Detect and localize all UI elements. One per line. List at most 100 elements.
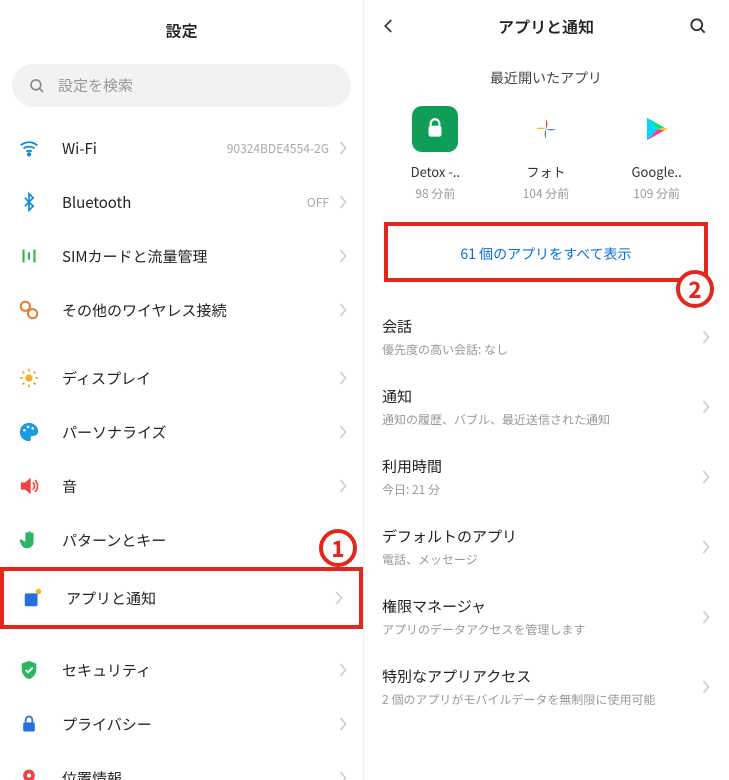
app-name: Detox -.. <box>385 162 485 181</box>
chevron-right-icon <box>702 540 710 554</box>
location-icon <box>16 765 42 780</box>
row-subtitle: 優先度の高い会話: なし <box>382 341 710 358</box>
chevron-right-icon <box>339 771 347 780</box>
chevron-right-icon <box>339 479 347 493</box>
row-privacy[interactable]: プライバシー <box>0 697 363 751</box>
row-subtitle: 今日: 21 分 <box>382 481 710 498</box>
app-icon-photos <box>523 106 569 152</box>
shield-icon <box>16 657 42 683</box>
row-value: 90324BDE4554-2G <box>227 140 329 157</box>
chevron-right-icon <box>702 330 710 344</box>
row-screen-time[interactable]: 利用時間 今日: 21 分 <box>364 442 728 512</box>
row-location[interactable]: 位置情報 <box>0 751 363 780</box>
chevron-right-icon <box>335 591 343 605</box>
highlight-annotation-2: 61 個のアプリをすべて表示 2 <box>384 222 708 282</box>
chevron-right-icon <box>702 610 710 624</box>
row-bluetooth[interactable]: Bluetooth OFF <box>0 175 363 229</box>
row-default-apps[interactable]: デフォルトのアプリ 電話、メッセージ <box>364 512 728 582</box>
chevron-right-icon <box>702 400 710 414</box>
row-label: パターンとキー <box>62 530 339 551</box>
row-label: プライバシー <box>62 714 339 735</box>
row-conversations[interactable]: 会話 優先度の高い会話: なし <box>364 302 728 372</box>
lock-icon <box>16 711 42 737</box>
chevron-right-icon <box>702 470 710 484</box>
row-title: 通知 <box>382 386 710 407</box>
highlight-annotation-1: 1 アプリと通知 <box>0 567 363 629</box>
sim-icon <box>16 243 42 269</box>
chevron-right-icon <box>339 717 347 731</box>
recent-apps-grid: Detox -.. 98 分前 フォト 104 分前 Google.. 109 … <box>364 106 728 222</box>
row-value: OFF <box>307 194 329 211</box>
apps-notifications-screen: アプリと通知 最近開いたアプリ Detox -.. 98 分前 フォト 104 … <box>364 0 728 780</box>
chevron-right-icon <box>339 371 347 385</box>
recent-app-item[interactable]: Google.. 109 分前 <box>607 106 707 202</box>
row-label: パーソナライズ <box>62 422 339 443</box>
row-apps-notifications[interactable]: アプリと通知 <box>4 571 359 625</box>
sound-icon <box>16 473 42 499</box>
show-all-apps-link[interactable]: 61 個のアプリをすべて表示 <box>388 226 704 278</box>
back-button[interactable] <box>380 17 404 35</box>
row-label: ディスプレイ <box>62 368 339 389</box>
row-label: 音 <box>62 476 339 497</box>
chevron-right-icon <box>339 141 347 155</box>
app-time: 98 分前 <box>385 185 485 202</box>
row-subtitle: 通知の履歴、バブル、最近送信された通知 <box>382 411 710 428</box>
annotation-badge-2: 2 <box>676 270 714 308</box>
app-name: フォト <box>496 162 596 181</box>
row-subtitle: アプリのデータアクセスを管理します <box>382 621 710 638</box>
row-subtitle: 2 個のアプリがモバイルデータを無制限に使用可能 <box>382 691 710 708</box>
row-display[interactable]: ディスプレイ <box>0 351 363 405</box>
app-icon-play <box>634 106 680 152</box>
header: 設定 <box>0 0 363 56</box>
row-wifi[interactable]: Wi-Fi 90324BDE4554-2G <box>0 121 363 175</box>
row-label: 位置情報 <box>62 768 339 780</box>
link-icon <box>16 297 42 323</box>
search-input[interactable]: 設定を検索 <box>12 64 351 107</box>
row-title: 利用時間 <box>382 456 710 477</box>
page-title: アプリと通知 <box>404 14 688 38</box>
annotation-badge-1: 1 <box>319 529 357 567</box>
row-label: Wi-Fi <box>62 138 227 159</box>
header: アプリと通知 <box>364 0 728 48</box>
row-sound[interactable]: 音 <box>0 459 363 513</box>
chevron-right-icon <box>339 249 347 263</box>
row-title: 特別なアプリアクセス <box>382 666 710 687</box>
row-personalize[interactable]: パーソナライズ <box>0 405 363 459</box>
chevron-right-icon <box>339 663 347 677</box>
recent-app-item[interactable]: フォト 104 分前 <box>496 106 596 202</box>
row-title: デフォルトのアプリ <box>382 526 710 547</box>
palette-icon <box>16 419 42 445</box>
chevron-right-icon <box>702 680 710 694</box>
row-special-app-access[interactable]: 特別なアプリアクセス 2 個のアプリがモバイルデータを無制限に使用可能 <box>364 652 728 722</box>
settings-screen: 設定 設定を検索 Wi-Fi 90324BDE4554-2G Bluetooth… <box>0 0 364 780</box>
sun-icon <box>16 365 42 391</box>
recent-app-item[interactable]: Detox -.. 98 分前 <box>385 106 485 202</box>
app-name: Google.. <box>607 162 707 181</box>
row-label: その他のワイヤレス接続 <box>62 300 339 321</box>
row-title: 会話 <box>382 316 710 337</box>
hand-icon <box>16 527 42 553</box>
row-label: セキュリティ <box>62 660 339 681</box>
search-button[interactable] <box>688 16 712 36</box>
row-permission-manager[interactable]: 権限マネージャ アプリのデータアクセスを管理します <box>364 582 728 652</box>
row-notifications[interactable]: 通知 通知の履歴、バブル、最近送信された通知 <box>364 372 728 442</box>
app-icon-detox <box>412 106 458 152</box>
row-pattern-key[interactable]: パターンとキー <box>0 513 363 567</box>
search-icon <box>28 77 46 95</box>
row-sim[interactable]: SIMカードと流量管理 <box>0 229 363 283</box>
row-subtitle: 電話、メッセージ <box>382 551 710 568</box>
row-other-wireless[interactable]: その他のワイヤレス接続 <box>0 283 363 337</box>
app-time: 104 分前 <box>496 185 596 202</box>
row-security[interactable]: セキュリティ <box>0 643 363 697</box>
row-label: Bluetooth <box>62 192 307 213</box>
row-title: 権限マネージャ <box>382 596 710 617</box>
chevron-right-icon <box>339 303 347 317</box>
chevron-right-icon <box>339 425 347 439</box>
search-placeholder: 設定を検索 <box>58 75 133 96</box>
wifi-icon <box>16 135 42 161</box>
chevron-right-icon <box>339 195 347 209</box>
page-title: 設定 <box>0 18 363 42</box>
apps-icon <box>20 585 46 611</box>
recent-apps-subtitle: 最近開いたアプリ <box>364 48 728 106</box>
row-label: アプリと通知 <box>66 588 335 609</box>
